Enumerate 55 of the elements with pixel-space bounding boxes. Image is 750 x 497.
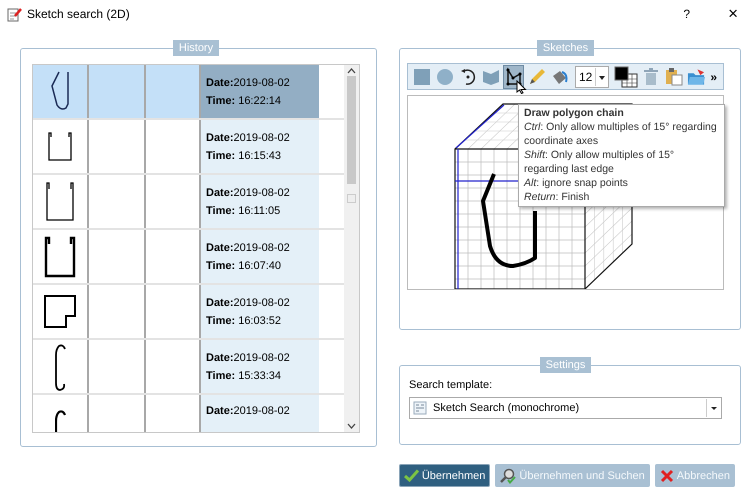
time-text: Time: 16:07:40 xyxy=(206,260,282,272)
tooltip-text: Alt: ignore snap points xyxy=(524,176,629,190)
help-button[interactable]: ? xyxy=(679,4,694,24)
time-text: Time: 16:11:05 xyxy=(206,204,280,216)
app-icon xyxy=(7,6,22,22)
panel-title: Sketches xyxy=(536,40,594,56)
history-row[interactable]: Date:2019-08-02 Time: 16:11:05 xyxy=(33,175,344,230)
apply-button[interactable]: Übernehmen xyxy=(398,464,490,487)
mouse-cursor-icon xyxy=(516,80,527,94)
scrollbar-thumb[interactable] xyxy=(347,76,356,184)
search-template-dropdown[interactable]: Sketch Search (monochrome) xyxy=(409,397,722,419)
history-row[interactable]: Date:2019-08-02 Time: 16:07:40 xyxy=(33,230,344,285)
history-row[interactable]: Date:2019-08-02 Time: 16:22:14 xyxy=(33,65,344,120)
history-row[interactable]: Date:2019-08-02 xyxy=(33,395,344,432)
time-text: Time: 16:22:14 xyxy=(206,94,282,106)
scrollbar-marker xyxy=(347,194,356,203)
history-row[interactable]: Date:2019-08-02 Time: 16:03:52 xyxy=(33,285,344,340)
tooltip-text: Return: Finish xyxy=(524,190,590,204)
scrollbar[interactable] xyxy=(344,65,359,432)
magnifier-check-icon xyxy=(500,468,516,484)
sketch-thumbnail xyxy=(44,236,76,278)
date-text: Date:2019-08-02 xyxy=(206,76,290,88)
scroll-up-icon[interactable] xyxy=(347,68,356,74)
panel-title: Settings xyxy=(540,357,592,373)
tooltip-text: Shift: Only allow multiples of 15° regarding last edge xyxy=(524,148,676,176)
time-text: Time: 16:15:43 xyxy=(206,150,282,162)
color-picker-icon[interactable] xyxy=(614,66,638,88)
sketch-thumbnail xyxy=(50,71,70,112)
template-icon xyxy=(413,401,427,415)
window-title: Sketch search (2D) xyxy=(27,7,131,21)
date-text: Date:2019-08-02 xyxy=(206,186,290,198)
sketch-thumbnail xyxy=(46,182,74,221)
sketch-thumbnail xyxy=(54,342,66,390)
tooltip-text: Ctrl: Only allow multiples of 15° regarding coordinate axes xyxy=(524,120,718,148)
cross-icon xyxy=(660,468,674,482)
field-label: Search template: xyxy=(409,379,494,391)
sketch-thumbnail xyxy=(44,295,76,328)
history-row[interactable]: Date:2019-08-02 Time: 16:15:43 xyxy=(33,120,344,175)
pen-size-dropdown[interactable]: 12 xyxy=(575,66,610,88)
tooltip-title: Draw polygon chain xyxy=(524,106,625,120)
sketch-thumbnail xyxy=(48,132,72,161)
date-text: Date:2019-08-02 xyxy=(206,352,290,364)
date-text: Date:2019-08-02 xyxy=(206,132,290,144)
more-tools-button[interactable]: » xyxy=(709,70,718,84)
checkmark-icon xyxy=(404,469,419,482)
date-text: Date:2019-08-02 xyxy=(206,242,290,254)
panel-title: History xyxy=(172,40,220,56)
scroll-down-icon[interactable] xyxy=(347,423,356,429)
date-text: Date:2019-08-02 xyxy=(206,405,290,417)
sketch-thumbnail xyxy=(54,408,66,432)
close-button[interactable]: × xyxy=(724,4,742,24)
time-text: Time: 15:33:34 xyxy=(206,370,282,382)
time-text: Time: 16:03:52 xyxy=(206,314,282,326)
date-text: Date:2019-08-02 xyxy=(206,296,290,308)
history-row[interactable]: Date:2019-08-02 Time: 15:33:34 xyxy=(33,340,344,395)
